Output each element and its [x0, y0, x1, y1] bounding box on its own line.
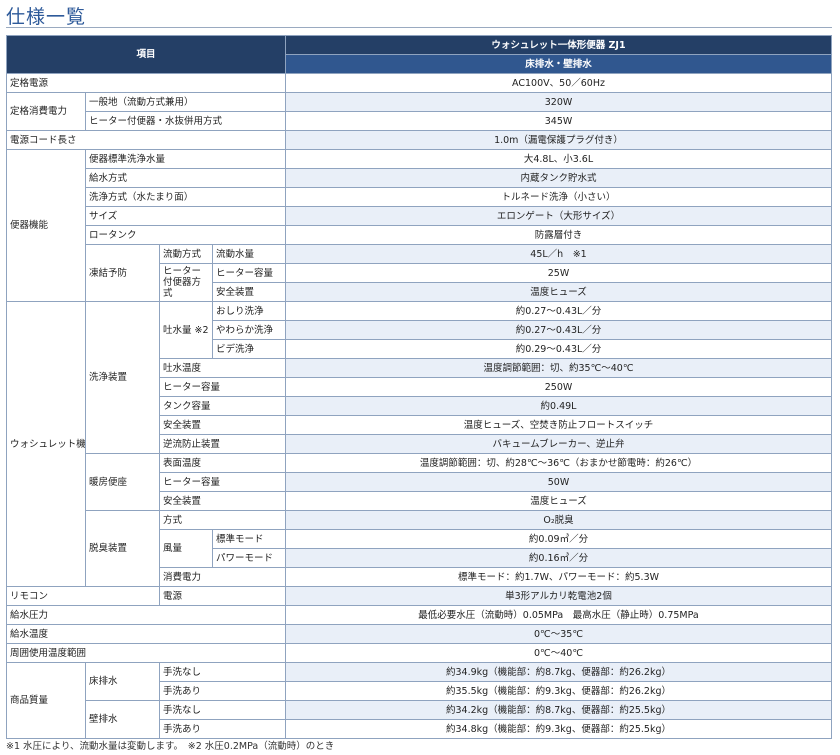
row-value-water-temp: 0℃～35℃ [285, 624, 832, 644]
row-value-ambient: 0℃～40℃ [285, 643, 832, 663]
row-label-washlet: ウォシュレット機能 [6, 301, 86, 587]
row-sublabel-airflow: 風量 [159, 529, 213, 568]
header-product: ウォシュレット一体形便器 ZJ1 [285, 35, 832, 55]
row-value-heater: 345W [285, 111, 832, 131]
row-value-pressure: 最低必要水圧（流動時）0.05MPa 最高水圧（静止時）0.75MPa [285, 605, 832, 625]
row-value-flush-method: トルネード洗浄（小さい） [285, 187, 832, 207]
row-sublabel-wash-unit: 洗浄装置 [85, 301, 160, 454]
row-label-rated-consumption: 定格消費電力 [6, 92, 86, 131]
row-sublabel-oshiri: おしり洗浄 [211, 301, 287, 321]
row-sublabel-wash-heater: ヒーター容量 [158, 377, 287, 397]
row-value-bidet: 約0.29～0.43L／分 [285, 339, 832, 359]
row-sublabel-flush-volume: 便器標準洗浄水量 [84, 149, 287, 169]
row-value-power-mode: 約0.16㎥／分 [285, 548, 832, 568]
row-sublabel-seat-heater: ヒーター容量 [158, 472, 287, 492]
row-sublabel-floor-wash: 手洗あり [158, 681, 287, 701]
row-sublabel-remote-power: 電源 [158, 586, 287, 606]
row-sublabel-low-tank: ロータンク [84, 225, 287, 245]
row-label-rated-power: 定格電源 [5, 73, 287, 93]
row-value-rated-power: AC100V、50／60Hz [285, 73, 832, 93]
row-sublabel-wash-safety: 安全装置 [158, 415, 287, 435]
row-label-toilet: 便器機能 [6, 149, 86, 302]
row-label-water-temp: 給水温度 [5, 624, 287, 644]
row-value-general: 320W [285, 92, 832, 112]
row-sublabel-flush-method: 洗浄方式（水たまり面） [84, 187, 287, 207]
row-sublabel-floor-no-wash: 手洗なし [158, 662, 287, 682]
row-sublabel-tank: タンク容量 [158, 396, 287, 416]
row-sublabel-spray-temp: 吐水温度 [158, 358, 287, 378]
row-sublabel-seat-safety: 安全装置 [158, 491, 287, 511]
row-sublabel-heated-seat: 暖房便座 [85, 453, 160, 511]
row-label-pressure: 給水圧力 [5, 605, 287, 625]
row-sublabel-freeze-heater-capacity: ヒーター容量 [211, 263, 287, 283]
row-sublabel-yawaraka: やわらか洗浄 [211, 320, 287, 340]
row-sublabel-surface-temp: 表面温度 [158, 453, 287, 473]
row-sublabel-water-supply: 給水方式 [84, 168, 287, 188]
row-value-oshiri: 約0.27～0.43L／分 [285, 301, 832, 321]
row-sublabel-general: 一般地（流動方式兼用） [84, 92, 287, 112]
row-value-size: エロンゲート（大形サイズ） [285, 206, 832, 226]
row-sublabel-bidet: ビデ洗浄 [211, 339, 287, 359]
row-sublabel-flow-method: 流動方式 [159, 244, 213, 264]
row-sublabel-deodor-consumption: 消費電力 [158, 567, 287, 587]
row-sublabel-backflow: 逆流防止装置 [158, 434, 287, 454]
row-value-cord: 1.0m（漏電保護プラグ付き） [285, 130, 832, 150]
row-value-water-supply: 内蔵タンク貯水式 [285, 168, 832, 188]
row-sublabel-power-mode: パワーモード [211, 548, 287, 568]
row-sublabel-heater-method: ヒーター付便器方式 [159, 263, 213, 302]
row-value-surface-temp: 温度調節範囲：切、約28℃～36℃（おまかせ節電時：約26℃） [285, 453, 832, 473]
row-label-cord: 電源コード長さ [5, 130, 287, 150]
row-sublabel-freeze: 凍結予防 [85, 244, 160, 302]
row-label-remote: リモコン [6, 586, 160, 606]
row-value-deodor-consumption: 標準モード：約1.7W、パワーモード：約5.3W [285, 567, 832, 587]
row-sublabel-flow-volume: 流動水量 [211, 244, 287, 264]
row-value-freeze-safety: 温度ヒューズ [285, 282, 832, 302]
row-label-ambient: 周囲使用温度範囲 [5, 643, 287, 663]
row-value-spray-temp: 温度調節範囲：切、約35℃～40℃ [285, 358, 832, 378]
row-value-standard-mode: 約0.09㎥／分 [285, 529, 832, 549]
page-title: 仕様一覧 [6, 6, 87, 28]
row-value-seat-safety: 温度ヒューズ [285, 491, 832, 511]
header-item: 項目 [5, 35, 287, 74]
row-value-floor-no-wash: 約34.9kg（機能部：約8.7kg、便器部：約26.2kg） [285, 662, 832, 682]
spec-table: 項目 ウォシュレット一体形便器 ZJ1 床排水・壁排水 定格電源 AC100V、… [5, 35, 832, 739]
row-value-flush-volume: 大4.8L、小3.6L [285, 149, 832, 169]
row-value-wall-wash: 約34.8kg（機能部：約9.3kg、便器部：約25.5kg） [285, 719, 832, 739]
row-label-weight: 商品質量 [6, 662, 86, 739]
row-sublabel-standard-mode: 標準モード [211, 529, 287, 549]
row-value-wash-heater: 250W [285, 377, 832, 397]
row-sublabel-wall-drain: 壁排水 [85, 700, 160, 739]
row-sublabel-floor-drain: 床排水 [85, 662, 160, 701]
row-sublabel-size: サイズ [84, 206, 287, 226]
title-divider [6, 27, 832, 28]
row-sublabel-wall-wash: 手洗あり [158, 719, 287, 739]
row-value-deodor-method: O₂脱臭 [285, 510, 832, 530]
footnote: ※1 水圧により、流動水量は変動します。 ※2 水圧0.2MPa（流動時）のとき [6, 741, 335, 752]
row-value-low-tank: 防露層付き [285, 225, 832, 245]
row-value-wall-no-wash: 約34.2kg（機能部：約8.7kg、便器部：約25.5kg） [285, 700, 832, 720]
row-value-backflow: バキュームブレーカー、逆止弁 [285, 434, 832, 454]
row-sublabel-freeze-safety: 安全装置 [211, 282, 287, 302]
row-value-remote-power: 単3形アルカリ乾電池2個 [285, 586, 832, 606]
row-value-wash-safety: 温度ヒューズ、空焚き防止フロートスイッチ [285, 415, 832, 435]
row-sublabel-spray: 吐水量 ※2 [159, 301, 213, 359]
row-value-freeze-heater-capacity: 25W [285, 263, 832, 283]
row-sublabel-deodor-method: 方式 [158, 510, 287, 530]
row-value-flow-volume: 45L／h ※1 [285, 244, 832, 264]
row-value-yawaraka: 約0.27～0.43L／分 [285, 320, 832, 340]
row-sublabel-heater: ヒーター付便器・水抜併用方式 [84, 111, 287, 131]
header-drain: 床排水・壁排水 [285, 54, 832, 74]
row-value-seat-heater: 50W [285, 472, 832, 492]
row-sublabel-wall-no-wash: 手洗なし [158, 700, 287, 720]
row-value-tank: 約0.49L [285, 396, 832, 416]
row-value-floor-wash: 約35.5kg（機能部：約9.3kg、便器部：約26.2kg） [285, 681, 832, 701]
row-sublabel-deodorizer: 脱臭装置 [85, 510, 160, 587]
